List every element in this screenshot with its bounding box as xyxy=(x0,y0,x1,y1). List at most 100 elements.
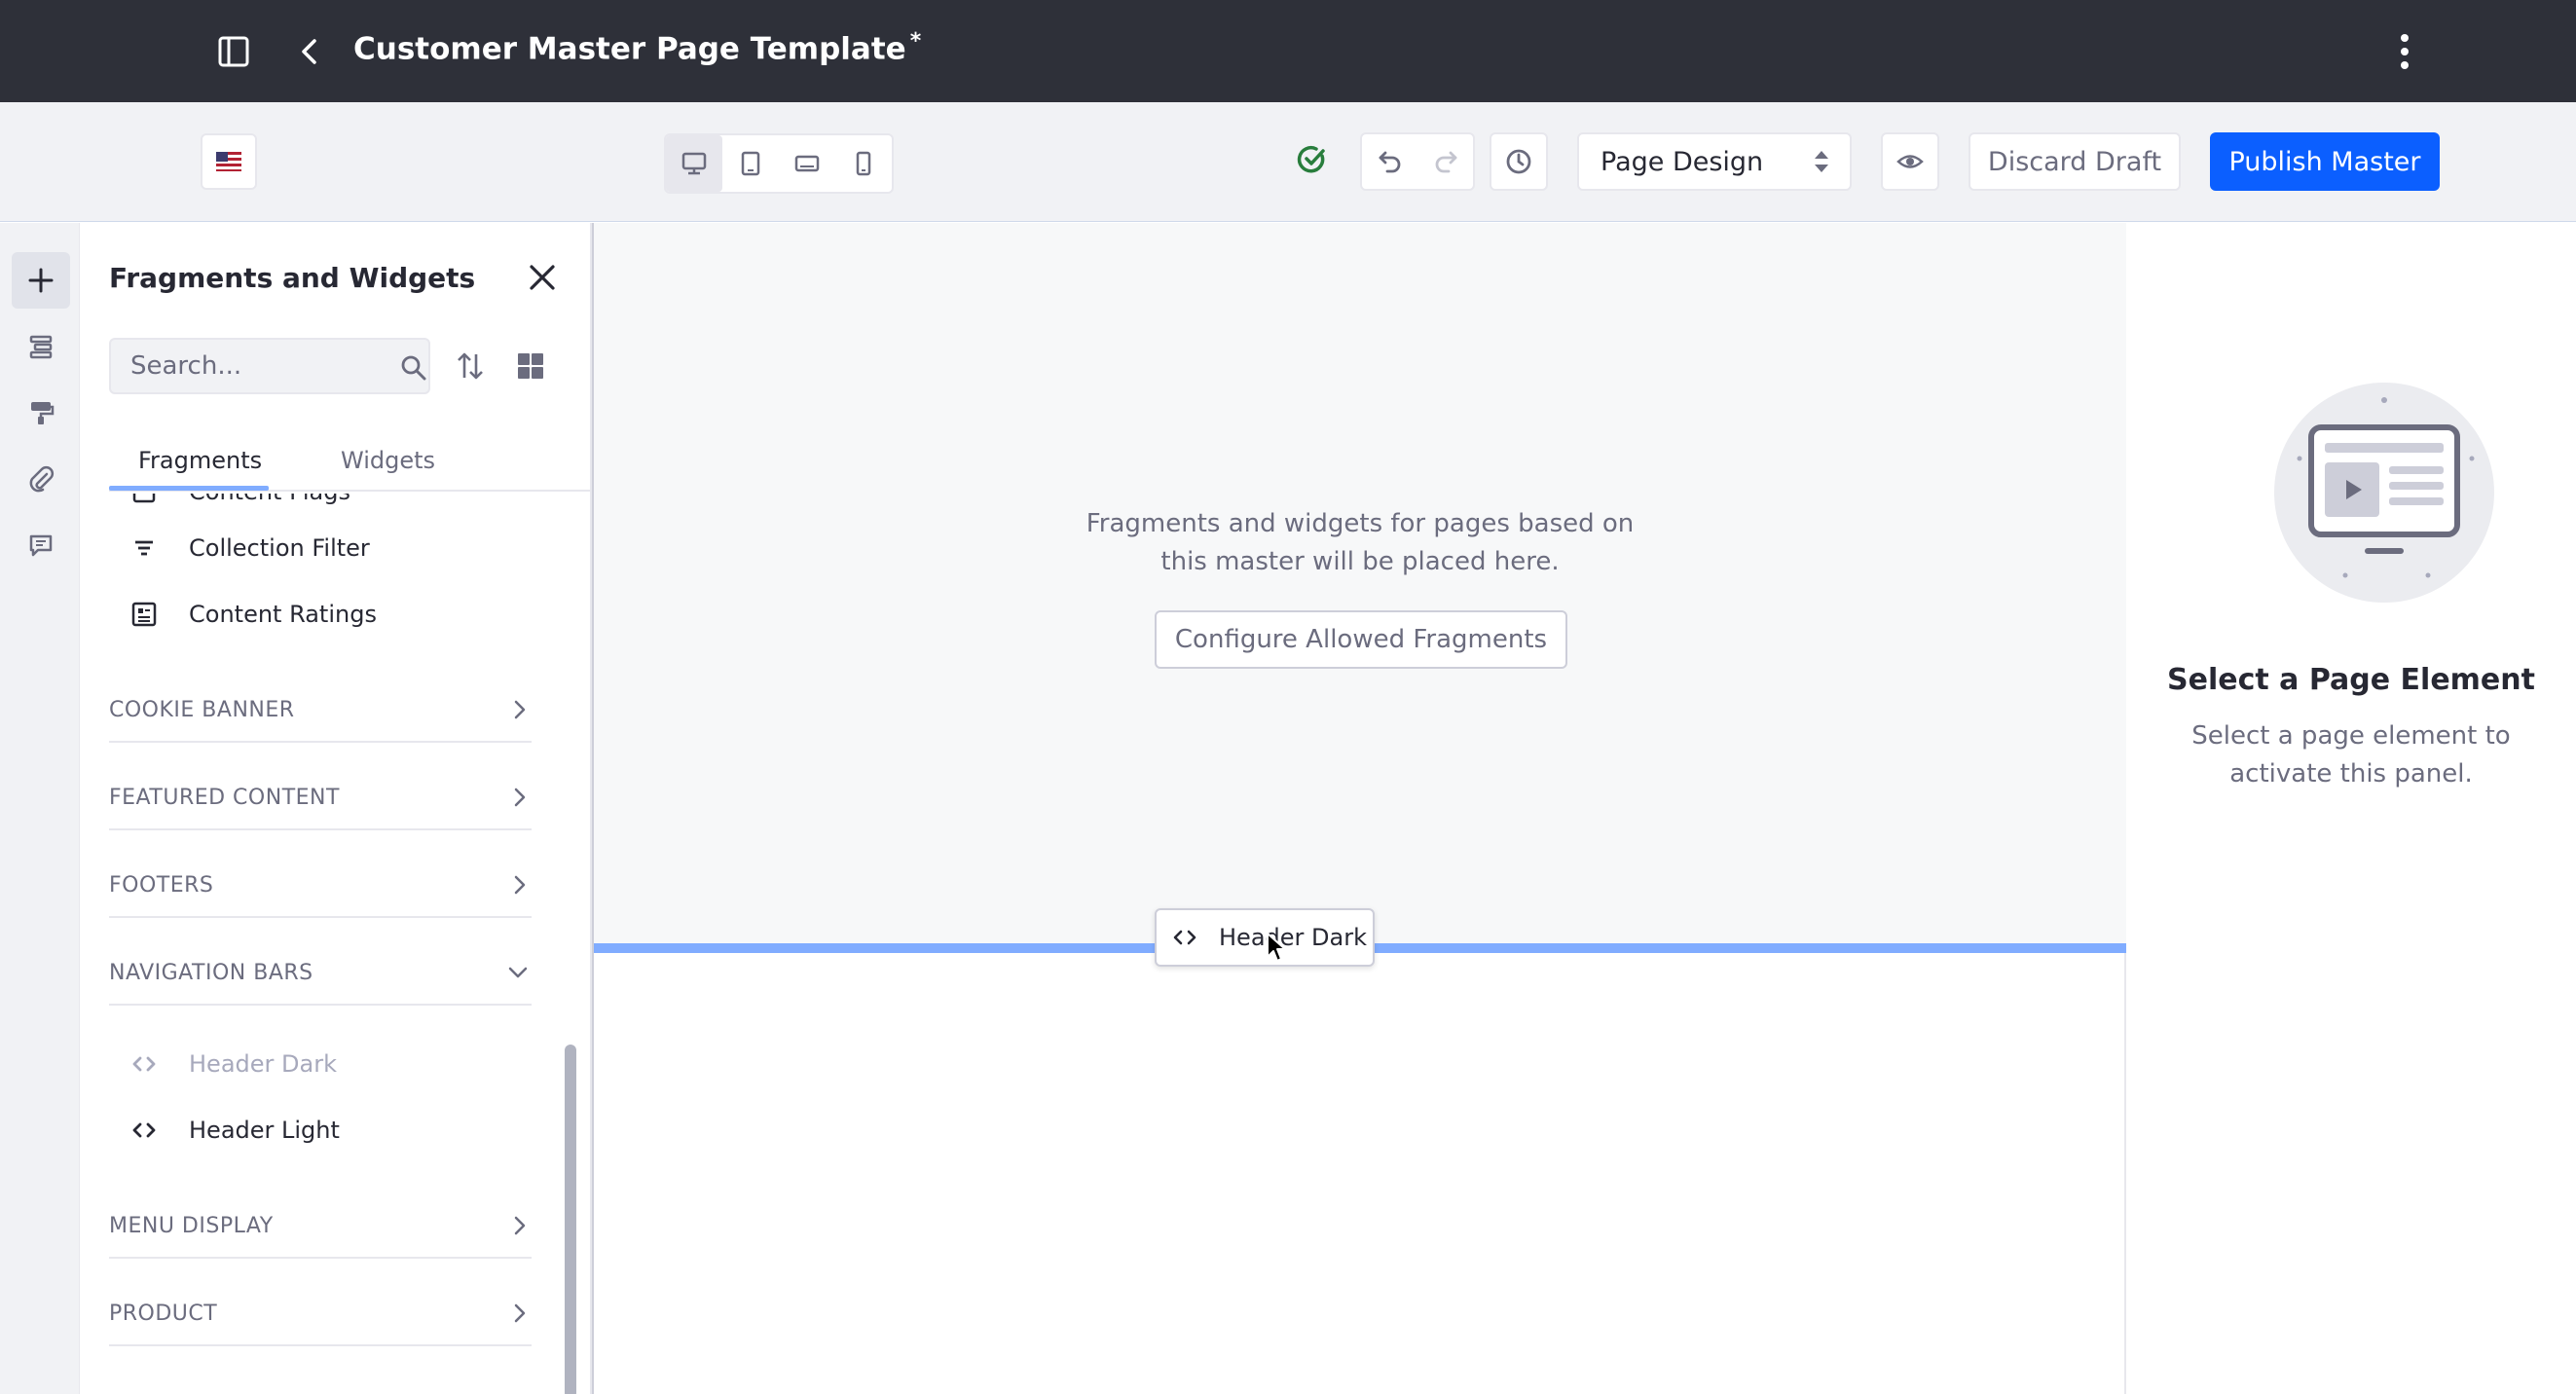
chevron-right-icon xyxy=(514,875,526,895)
filter-icon xyxy=(129,532,160,564)
undo-icon[interactable] xyxy=(1362,134,1417,189)
us-flag-icon xyxy=(216,152,241,171)
editor-toolbar xyxy=(0,102,2576,222)
code-icon xyxy=(1170,923,1199,952)
fragment-item[interactable]: Content Flags xyxy=(129,494,350,511)
category-label: MENU DISPLAY xyxy=(109,1213,274,1238)
panel-title: Fragments and Widgets xyxy=(109,262,476,294)
mapped-contents-icon[interactable] xyxy=(12,451,70,507)
tab-fragments[interactable]: Fragments xyxy=(138,447,262,474)
code-icon xyxy=(129,1048,160,1080)
dropzone-message-line: Fragments and widgets for pages based on xyxy=(1086,509,1635,538)
page-element-illustration xyxy=(2272,381,2496,605)
language-selector-button[interactable] xyxy=(201,133,257,190)
category-menu-display[interactable]: MENU DISPLAY xyxy=(109,1194,532,1259)
landscape-phone-viewport-icon[interactable] xyxy=(779,135,835,192)
preview-button[interactable] xyxy=(1881,132,1939,191)
empty-panel-title: Select a Page Element xyxy=(2167,663,2535,697)
page-title: Customer Master Page Template * xyxy=(353,29,921,66)
empty-panel-description-line: activate this panel. xyxy=(2229,759,2473,789)
grid-view-icon[interactable] xyxy=(516,351,545,381)
chevron-right-icon xyxy=(514,1216,526,1235)
mouse-cursor-icon xyxy=(1266,932,1287,963)
drag-preview[interactable]: Header Dark xyxy=(1155,908,1375,967)
fragment-list: Content Flags Collection Filter Content … xyxy=(80,494,586,1394)
chevron-right-icon xyxy=(514,1303,526,1323)
empty-panel-description-line: Select a page element to xyxy=(2191,721,2511,751)
category-label: COOKIE BANNER xyxy=(109,697,295,722)
fragment-label: Content Flags xyxy=(189,494,350,505)
discard-draft-button[interactable]: Discard Draft xyxy=(1969,132,2181,191)
chevron-down-icon xyxy=(508,967,528,978)
active-tab-indicator xyxy=(109,486,269,491)
fragments-panel: Fragments and Widgets Fragments Widgets … xyxy=(80,223,592,1394)
page-structure-icon[interactable] xyxy=(12,318,70,375)
category-label: PRODUCT xyxy=(109,1301,218,1326)
discard-draft-label: Discard Draft xyxy=(1987,146,2162,177)
fragment-item[interactable]: Collection Filter xyxy=(129,529,370,568)
master-dropzone[interactable]: Fragments and widgets for pages based on… xyxy=(594,223,2126,945)
page-canvas: Fragments and widgets for pages based on… xyxy=(592,223,2128,1394)
fragment-label: Header Dark xyxy=(189,1050,337,1078)
chevron-right-icon xyxy=(514,700,526,719)
fragment-item[interactable]: Content Ratings xyxy=(129,595,377,634)
configuration-panel: Select a Page Element Select a page elem… xyxy=(2126,223,2576,1394)
page-mode-select[interactable]: Page Design xyxy=(1577,132,1852,191)
saved-check-icon xyxy=(1297,144,1328,175)
ratings-icon xyxy=(129,599,160,630)
search-box xyxy=(109,338,430,394)
portrait-phone-viewport-icon[interactable] xyxy=(835,135,892,192)
category-label: NAVIGATION BARS xyxy=(109,960,313,985)
publish-master-button[interactable]: Publish Master xyxy=(2210,132,2440,191)
select-caret-icon xyxy=(1815,151,1828,172)
fragment-label: Header Light xyxy=(189,1117,340,1144)
fragment-label: Content Ratings xyxy=(189,601,377,628)
desktop-viewport-icon[interactable] xyxy=(666,135,722,192)
top-bar: Customer Master Page Template * xyxy=(0,0,2576,102)
chevron-right-icon xyxy=(514,788,526,807)
sidebar-rail xyxy=(0,223,80,1394)
configure-allowed-fragments-label: Configure Allowed Fragments xyxy=(1174,625,1548,654)
history-button[interactable] xyxy=(1490,132,1548,191)
scrollbar-thumb[interactable] xyxy=(565,1045,576,1394)
dropzone-message: Fragments and widgets for pages based on… xyxy=(594,505,2126,581)
category-footers[interactable]: FOOTERS xyxy=(109,854,532,918)
content-flags-icon xyxy=(129,494,160,507)
publish-master-label: Publish Master xyxy=(2228,146,2421,177)
search-icon[interactable] xyxy=(399,353,428,383)
drag-preview-label: Header Dark xyxy=(1219,924,1367,951)
page-title-text: Customer Master Page Template xyxy=(353,31,906,67)
fragment-item-header-dark[interactable]: Header Dark xyxy=(129,1045,337,1083)
undo-redo-group xyxy=(1360,132,1475,191)
category-featured-content[interactable]: FEATURED CONTENT xyxy=(109,766,532,830)
category-label: FEATURED CONTENT xyxy=(109,785,340,810)
sidebar-toggle-icon[interactable] xyxy=(216,34,251,69)
back-arrow-icon[interactable] xyxy=(292,34,327,69)
fragment-label: Collection Filter xyxy=(189,534,370,562)
viewport-switcher xyxy=(664,133,894,194)
tab-widgets[interactable]: Widgets xyxy=(341,447,435,474)
search-input[interactable] xyxy=(130,351,364,381)
category-cookie-banner[interactable]: COOKIE BANNER xyxy=(109,679,532,743)
kebab-menu-icon[interactable] xyxy=(2387,31,2422,72)
tablet-viewport-icon[interactable] xyxy=(722,135,779,192)
code-icon xyxy=(129,1115,160,1146)
close-icon[interactable] xyxy=(526,261,559,294)
fragment-item-header-light[interactable]: Header Light xyxy=(129,1111,340,1150)
dropzone-message-line: this master will be placed here. xyxy=(1160,547,1560,576)
sort-icon[interactable] xyxy=(454,349,487,383)
category-navigation-bars[interactable]: NAVIGATION BARS xyxy=(109,941,532,1006)
page-design-icon[interactable] xyxy=(12,385,70,441)
comments-icon[interactable] xyxy=(12,517,70,573)
panel-tabs: Fragments Widgets xyxy=(109,427,590,492)
add-icon[interactable] xyxy=(12,252,70,309)
clock-icon xyxy=(1506,149,1531,174)
empty-panel-description: Select a page element to activate this p… xyxy=(2126,717,2576,793)
category-product[interactable]: PRODUCT xyxy=(109,1282,532,1346)
page-mode-select-value: Page Design xyxy=(1601,146,1764,177)
redo-icon[interactable] xyxy=(1417,134,1473,189)
panel-scrollbar[interactable] xyxy=(559,494,582,1394)
unsaved-marker: * xyxy=(909,29,922,54)
eye-icon xyxy=(1896,155,1924,168)
configure-allowed-fragments-button[interactable]: Configure Allowed Fragments xyxy=(1155,610,1567,669)
